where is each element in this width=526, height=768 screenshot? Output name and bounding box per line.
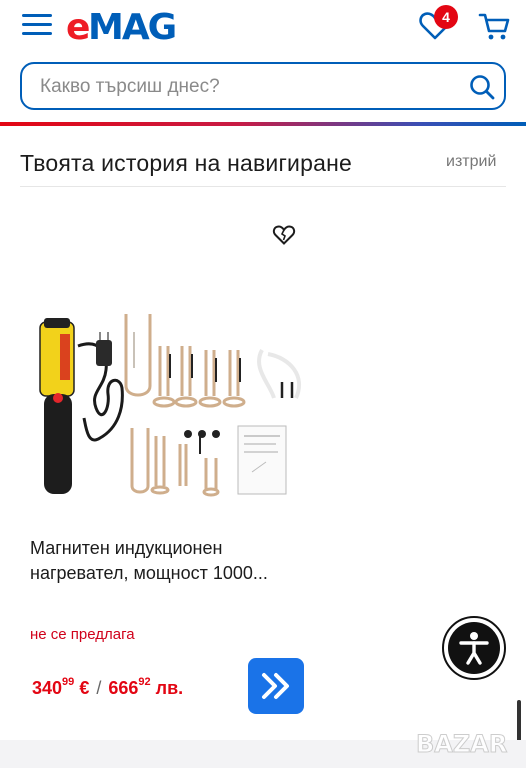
hamburger-icon	[22, 14, 52, 17]
accessibility-person-icon	[459, 632, 489, 665]
accessibility-button-inner	[448, 622, 500, 674]
product-card[interactable]: Магнитен индукционен нагревател, мощност…	[20, 210, 312, 730]
product-title[interactable]: Магнитен индукционен нагревател, мощност…	[30, 536, 312, 586]
wishlist-button[interactable]	[272, 224, 296, 246]
bazar-watermark: BAZAR	[412, 724, 516, 762]
price-eur-decimals: 99	[62, 676, 75, 688]
price-eur-currency: €	[79, 678, 90, 698]
search-input[interactable]	[40, 74, 440, 100]
cart-icon	[478, 13, 510, 40]
section-title: Твоята история на навигиране	[20, 150, 352, 176]
double-chevron-right-icon	[262, 673, 289, 699]
emag-logo[interactable]: e MAG	[66, 6, 206, 55]
svg-text:MAG: MAG	[88, 7, 175, 46]
favorites-count-badge: 4	[434, 5, 458, 29]
price-bgn: 66692 лв.	[108, 676, 184, 698]
divider	[20, 186, 506, 187]
hamburger-menu-button[interactable]	[22, 14, 52, 38]
product-title-line: Магнитен индукционен	[30, 538, 223, 558]
svg-text:e: e	[66, 7, 89, 46]
price-eur: 34099 €	[32, 676, 90, 698]
induction-heater-kit-image	[39, 314, 302, 497]
bazar-watermark-logo: BAZAR	[416, 730, 508, 759]
search-icon	[470, 75, 495, 100]
hamburger-bar	[22, 23, 52, 26]
product-title-line: нагревател, мощност 1000...	[30, 563, 268, 583]
delete-history-link[interactable]: изтрий	[446, 153, 496, 171]
price-eur-int: 340	[32, 678, 63, 698]
heart-outline-icon	[272, 225, 296, 245]
top-header: e MAG 4	[0, 0, 526, 128]
search-button[interactable]	[469, 74, 495, 100]
search-bar	[20, 62, 506, 110]
svg-text:BAZAR: BAZAR	[416, 730, 507, 758]
header-accent-line	[0, 122, 526, 126]
price-bgn-currency: лв.	[155, 678, 184, 698]
hamburger-bar	[22, 32, 52, 35]
availability-status: не се предлага	[30, 626, 135, 643]
product-image[interactable]	[30, 258, 312, 506]
cart-button[interactable]	[478, 10, 512, 42]
price-separator: /	[91, 678, 107, 698]
price-bgn-decimals: 92	[138, 676, 151, 688]
view-product-button[interactable]	[248, 658, 304, 714]
accessibility-button[interactable]	[442, 616, 506, 680]
price-bgn-int: 666	[108, 678, 139, 698]
emag-logo-graphic: e MAG	[66, 7, 177, 48]
price-block: 34099 € / 66692 лв.	[32, 676, 184, 699]
